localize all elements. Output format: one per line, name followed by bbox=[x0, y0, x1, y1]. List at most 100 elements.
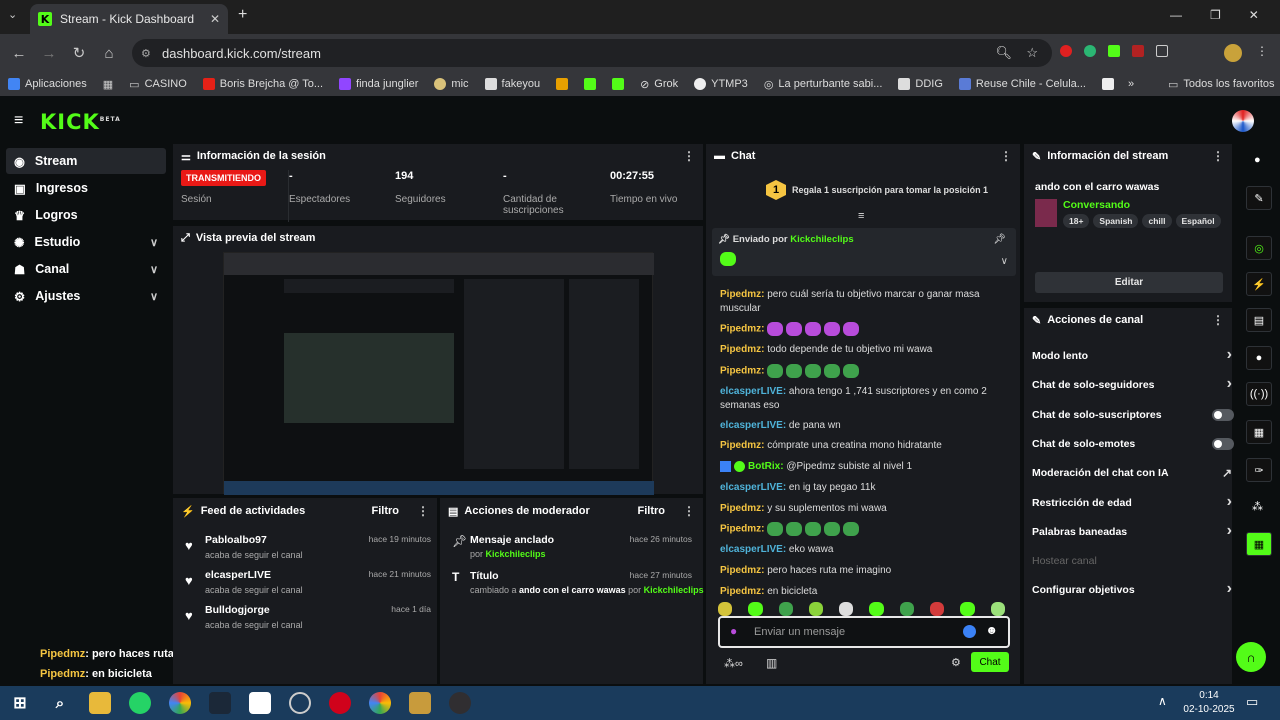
rail-button[interactable]: ▤ bbox=[1246, 308, 1272, 332]
maximize-icon[interactable]: ❐ bbox=[1210, 8, 1221, 22]
chat-username[interactable]: elcasperLIVE bbox=[720, 420, 783, 431]
extension-pdf-icon[interactable] bbox=[1132, 45, 1144, 57]
channel-action-item[interactable]: Modo lento › bbox=[1032, 344, 1232, 368]
minimize-icon[interactable]: — bbox=[1170, 8, 1182, 22]
search-icon[interactable]: ⌕ bbox=[49, 692, 71, 714]
channel-action-item[interactable]: Palabras baneadas › bbox=[1032, 520, 1232, 544]
channel-action-item[interactable]: Chat de solo-seguidores › bbox=[1032, 373, 1232, 397]
toggle-switch[interactable] bbox=[1212, 408, 1234, 421]
sidebar-item-stream[interactable]: ◉ Stream bbox=[6, 148, 166, 174]
mod-user[interactable]: Kickchileclips bbox=[644, 585, 704, 595]
bookmark-item[interactable]: finda junglier bbox=[331, 78, 426, 90]
pinned-message[interactable]: 📌︎ Enviado por Kickchileclips 📌︎ ∨ bbox=[712, 228, 1016, 276]
bookmark-item[interactable]: ◎ La perturbante sabi... bbox=[756, 78, 891, 91]
points-icon[interactable]: ⁂ bbox=[1252, 500, 1263, 513]
bookmark-item[interactable]: ▭ CASINO bbox=[121, 78, 195, 91]
rail-button[interactable]: ((·)) bbox=[1246, 382, 1272, 406]
filter-button[interactable]: Filtro bbox=[372, 505, 400, 517]
close-tab-icon[interactable]: ✕ bbox=[210, 12, 220, 26]
chat-settings-icon[interactable]: ⚙ bbox=[951, 656, 961, 669]
quick-emote-icon[interactable] bbox=[808, 602, 824, 616]
quick-emote-icon[interactable] bbox=[899, 602, 915, 616]
clock[interactable]: 0:14 02-10-2025 bbox=[1182, 689, 1236, 717]
capcut-icon[interactable] bbox=[249, 692, 271, 714]
forward-icon[interactable]: → bbox=[34, 45, 64, 62]
filter-button[interactable]: Filtro bbox=[638, 505, 666, 517]
site-info-icon[interactable]: ⚙ bbox=[141, 47, 151, 60]
zoom-icon[interactable]: 🔍︎ bbox=[995, 45, 1012, 61]
file-explorer-icon[interactable] bbox=[89, 692, 111, 714]
notifications-icon[interactable]: ▭ bbox=[1246, 694, 1258, 710]
bookmark-item[interactable] bbox=[1094, 78, 1122, 90]
verified-icon[interactable] bbox=[963, 625, 976, 638]
bookmark-item[interactable]: DDIG bbox=[890, 78, 951, 90]
chat-username[interactable]: Pipedmz bbox=[720, 524, 761, 535]
more-options-icon[interactable]: ⋮ bbox=[683, 149, 695, 163]
obs-icon[interactable] bbox=[449, 692, 471, 714]
sidebar-item-ingresos[interactable]: ▣ Ingresos bbox=[6, 175, 166, 201]
chat-username[interactable]: Pipedmz bbox=[720, 565, 761, 576]
chat-username[interactable]: Pipedmz bbox=[720, 365, 761, 376]
edit-button[interactable]: Editar bbox=[1035, 272, 1223, 293]
chat-username[interactable]: Pipedmz bbox=[720, 586, 761, 597]
gift-sub-prompt[interactable]: Regala 1 suscripción para tomar la posic… bbox=[792, 185, 988, 195]
info-icon[interactable]: ● bbox=[1254, 154, 1261, 166]
extension-grammarly-icon[interactable] bbox=[1084, 45, 1096, 57]
channel-action-item[interactable]: Configurar objetivos › bbox=[1032, 578, 1232, 602]
more-options-icon[interactable]: ⋮ bbox=[417, 504, 429, 518]
bookmark-item[interactable] bbox=[576, 78, 604, 90]
bookmark-item[interactable]: ▦ bbox=[95, 78, 121, 91]
quick-emote-icon[interactable] bbox=[930, 602, 945, 616]
rail-clip-button[interactable]: ▦ bbox=[1246, 532, 1272, 556]
chrome-icon[interactable] bbox=[169, 692, 191, 714]
app-icon[interactable] bbox=[289, 692, 311, 714]
channel-action-item[interactable]: Moderación del chat con IA ↗ bbox=[1032, 461, 1232, 485]
mod-user[interactable]: Kickchileclips bbox=[486, 549, 546, 559]
quick-emote-icon[interactable] bbox=[718, 602, 733, 616]
chat-username[interactable]: BotRix bbox=[748, 461, 780, 472]
rail-button[interactable]: ◎ bbox=[1246, 236, 1272, 260]
chat-input[interactable]: ● Enviar un mensaje ☻ bbox=[718, 616, 1010, 648]
bookmark-item[interactable]: Reuse Chile - Celula... bbox=[951, 78, 1094, 90]
all-bookmarks[interactable]: ▭ Todos los favoritos bbox=[1160, 78, 1280, 91]
sidebar-item-ajustes[interactable]: ⚙ Ajustes ∨ bbox=[6, 283, 166, 309]
tab-search-icon[interactable]: ⌄ bbox=[8, 8, 17, 21]
bookmark-item[interactable]: Aplicaciones bbox=[0, 78, 95, 90]
user-avatar[interactable] bbox=[1232, 110, 1254, 132]
steam-icon[interactable] bbox=[209, 692, 231, 714]
chat-username[interactable]: Pipedmz bbox=[720, 344, 761, 355]
extension-record-icon[interactable] bbox=[1060, 45, 1072, 57]
rail-button[interactable]: ⚡ bbox=[1246, 272, 1272, 296]
sidebar-item-logros[interactable]: ♛ Logros bbox=[6, 202, 166, 228]
quick-emote-icon[interactable] bbox=[990, 602, 1005, 616]
new-tab-icon[interactable]: + bbox=[238, 6, 247, 24]
bookmark-item[interactable]: YTMP3 bbox=[686, 78, 756, 90]
browser-tab[interactable]: K Stream - Kick Dashboard ✕ bbox=[30, 4, 228, 34]
feed-user[interactable]: elcasperLIVE bbox=[205, 569, 271, 581]
toggle-switch[interactable] bbox=[1212, 437, 1234, 450]
feed-user[interactable]: Pabloalbo97 bbox=[205, 534, 267, 546]
chat-username[interactable]: Pipedmz bbox=[720, 503, 761, 514]
kick-points-icon[interactable]: ⁂∞ bbox=[724, 657, 743, 670]
feed-user[interactable]: Bulldogjorge bbox=[205, 604, 270, 616]
chat-username[interactable]: Pipedmz bbox=[720, 440, 761, 451]
sidebar-item-estudio[interactable]: ✺ Estudio ∨ bbox=[6, 229, 166, 255]
windows-start-icon[interactable]: ⊞ bbox=[9, 692, 31, 714]
emoji-icon[interactable]: ☻ bbox=[985, 623, 998, 637]
url-field[interactable]: ⚙ dashboard.kick.com/stream 🔍︎ ☆ bbox=[132, 39, 1052, 67]
category-name[interactable]: Conversando bbox=[1063, 199, 1130, 211]
close-window-icon[interactable]: ✕ bbox=[1249, 8, 1259, 22]
channel-action-item[interactable]: Chat de solo-suscriptores bbox=[1032, 403, 1234, 427]
send-chat-button[interactable]: Chat bbox=[971, 652, 1009, 672]
rail-button[interactable]: ● bbox=[1246, 346, 1272, 370]
quick-emote-icon[interactable] bbox=[960, 602, 975, 616]
bookmark-item[interactable]: fakeyou bbox=[477, 78, 549, 90]
opera-icon[interactable] bbox=[329, 692, 351, 714]
profile-avatar[interactable] bbox=[1224, 44, 1242, 62]
pinned-user[interactable]: Kickchileclips bbox=[790, 234, 853, 245]
channel-action-item[interactable]: Chat de solo-emotes bbox=[1032, 432, 1234, 456]
browser-menu-icon[interactable]: ⋮ bbox=[1256, 44, 1268, 58]
bookmark-item[interactable]: Boris Brejcha @ To... bbox=[195, 78, 331, 90]
support-headset-button[interactable]: ∩ bbox=[1236, 642, 1266, 672]
more-options-icon[interactable]: ⋮ bbox=[683, 504, 695, 518]
